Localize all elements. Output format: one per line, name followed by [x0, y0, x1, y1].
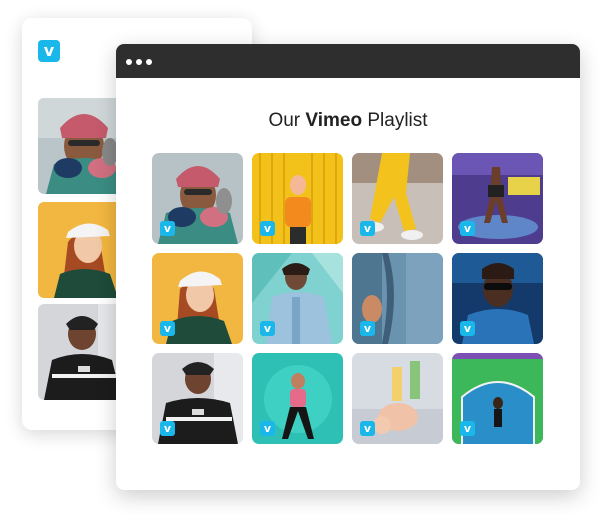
brand-name: Vimeo — [305, 110, 363, 131]
window-titlebar — [116, 44, 580, 78]
vimeo-badge-icon: v — [360, 321, 375, 336]
vimeo-badge-icon: v — [460, 221, 475, 236]
window-dot-icon — [136, 59, 142, 65]
vimeo-badge-icon: v — [260, 421, 275, 436]
video-thumbnail[interactable]: v — [152, 253, 243, 344]
vimeo-badge-icon: v — [360, 421, 375, 436]
video-thumbnail[interactable]: v — [152, 353, 243, 444]
window-dot-icon — [126, 59, 132, 65]
video-thumbnail[interactable]: v — [452, 353, 543, 444]
video-thumbnail[interactable]: v — [252, 153, 343, 244]
video-thumbnail[interactable]: v — [352, 253, 443, 344]
browser-window: Our Vimeo Playlist v v v v v v v v v v v… — [116, 44, 580, 490]
vimeo-badge-icon: v — [160, 421, 175, 436]
video-thumbnail[interactable]: v — [452, 253, 543, 344]
vimeo-badge-icon: v — [460, 321, 475, 336]
vimeo-badge-icon: v — [260, 221, 275, 236]
playlist-title: Our Vimeo Playlist — [268, 110, 428, 131]
video-thumbnail[interactable]: v — [252, 253, 343, 344]
window-dot-icon — [146, 59, 152, 65]
vimeo-badge-icon: v — [160, 221, 175, 236]
vimeo-badge-icon: v — [160, 321, 175, 336]
vimeo-badge-icon: v — [360, 221, 375, 236]
video-thumbnail[interactable]: v — [252, 353, 343, 444]
vimeo-logo-icon: v — [38, 40, 60, 62]
video-thumbnail[interactable]: v — [352, 153, 443, 244]
vimeo-badge-icon: v — [460, 421, 475, 436]
vimeo-badge-icon: v — [260, 321, 275, 336]
video-thumbnail[interactable]: v — [452, 153, 543, 244]
video-thumbnail[interactable]: v — [152, 153, 243, 244]
video-thumbnail[interactable]: v — [352, 353, 443, 444]
